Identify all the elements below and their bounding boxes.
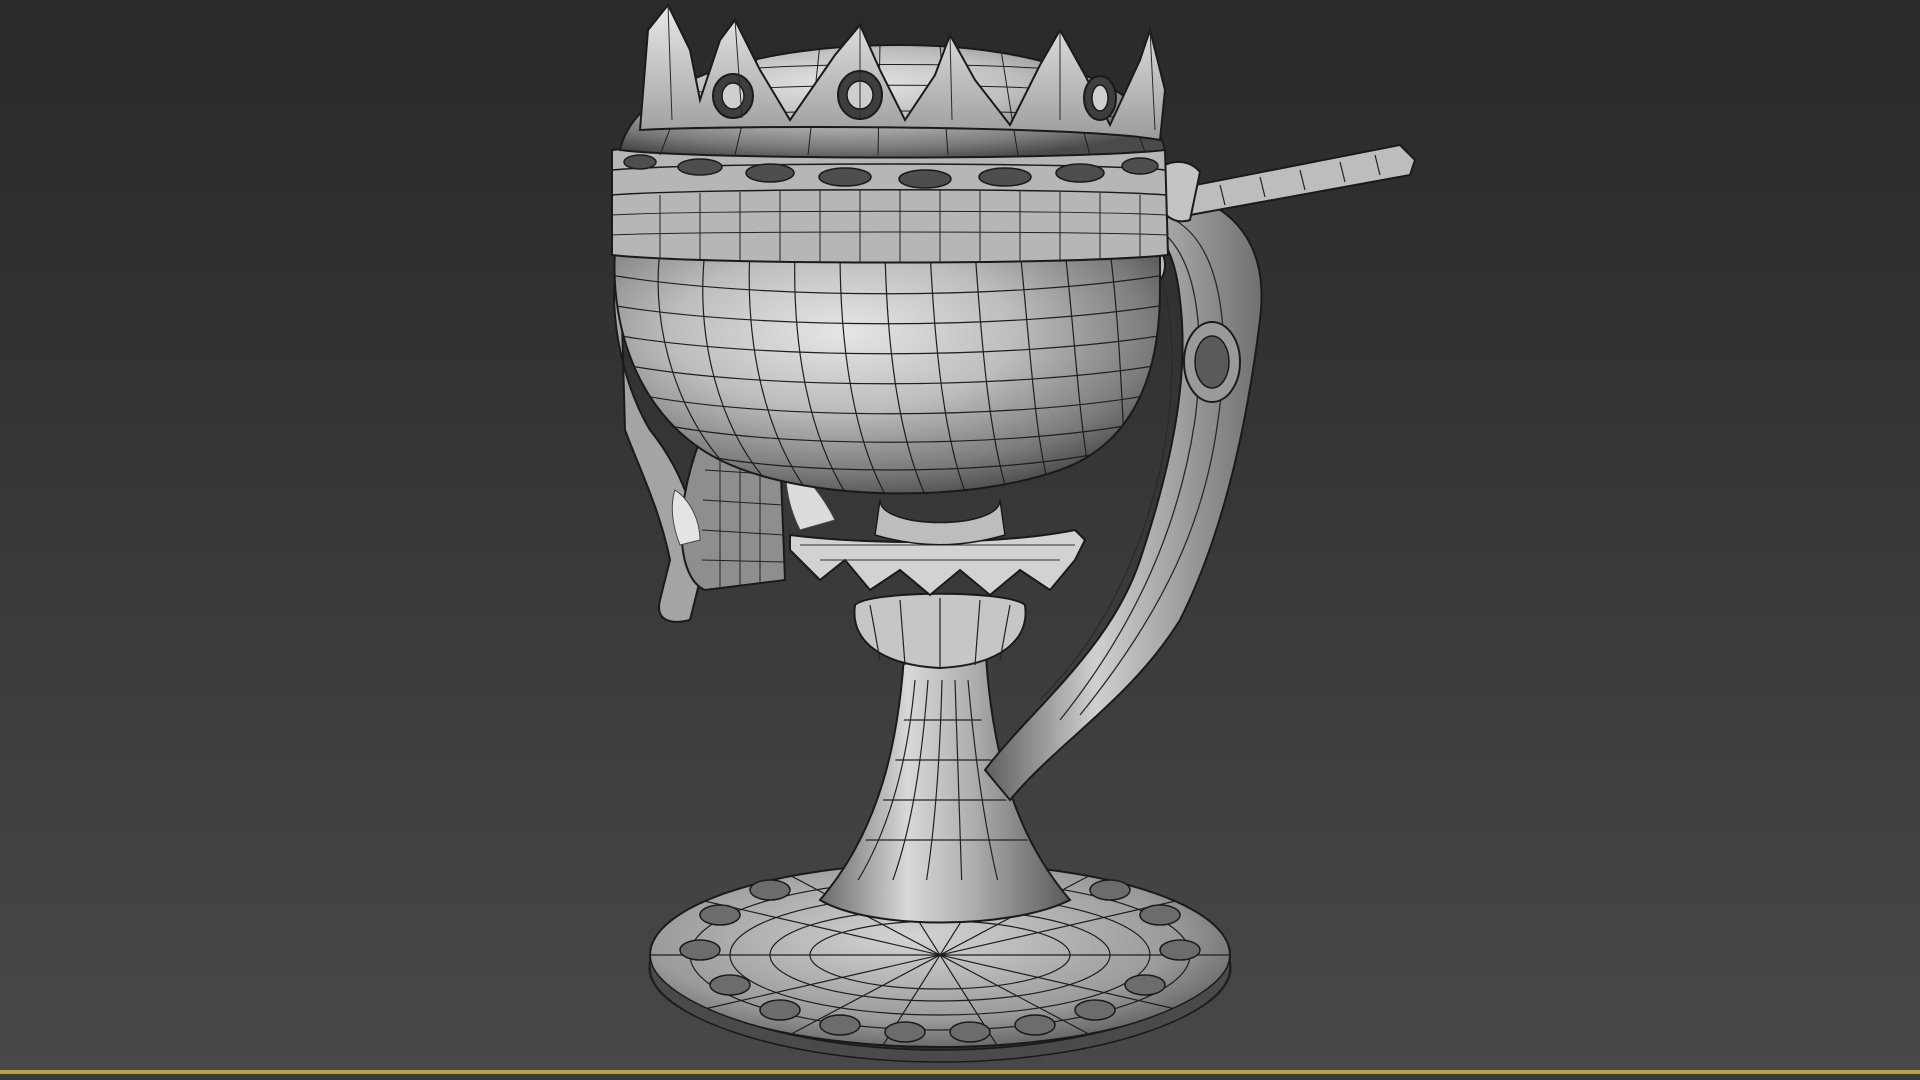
chalice-lamp-model[interactable]: [0, 0, 1920, 1072]
lamp-band: [611, 141, 1170, 264]
3d-viewport[interactable]: [0, 0, 1920, 1072]
viewport-footer: [0, 1074, 1920, 1080]
chalice-knop: [789, 499, 1087, 670]
chalice-stem: [818, 639, 1072, 924]
